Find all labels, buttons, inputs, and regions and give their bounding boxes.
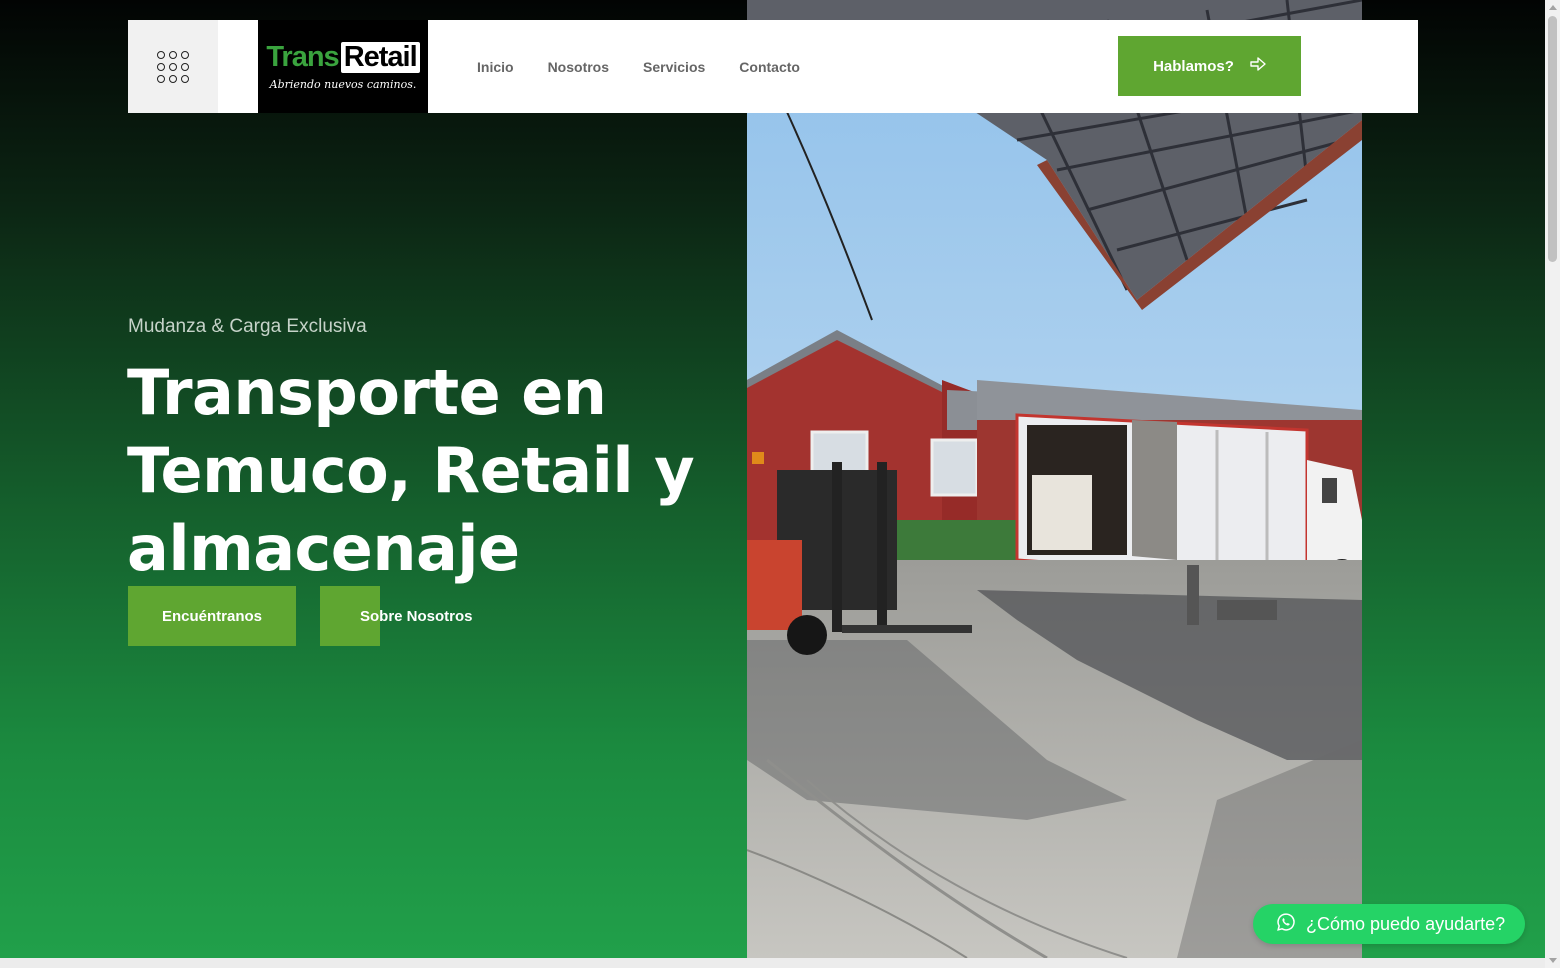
menu-button[interactable] [128, 20, 218, 113]
nav-link-inicio[interactable]: Inicio [477, 59, 514, 75]
whatsapp-icon [1276, 912, 1296, 937]
logo-tagline: Abriendo nuevos caminos. [269, 78, 417, 91]
site-logo[interactable]: Trans Retail Abriendo nuevos caminos. [258, 20, 428, 113]
find-us-button[interactable]: Encuéntranos [128, 586, 296, 646]
nav-link-servicios[interactable]: Servicios [643, 59, 705, 75]
nav-link-nosotros[interactable]: Nosotros [548, 59, 609, 75]
whatsapp-chat-button[interactable]: ¿Cómo puedo ayudarte? [1253, 904, 1525, 944]
scroll-up-arrow-icon[interactable] [1549, 5, 1557, 10]
page-bottom-strip [0, 958, 1545, 968]
hero-subtitle: Mudanza & Carga Exclusiva [128, 316, 367, 337]
hero-photo [747, 0, 1362, 958]
hero-section: Mudanza & Carga Exclusiva Transporte en … [0, 0, 1545, 958]
nav-link-contacto[interactable]: Contacto [739, 59, 800, 75]
hablamos-button[interactable]: Hablamos? [1118, 36, 1301, 96]
logo-retail-text: Retail [340, 42, 420, 73]
scroll-thumb[interactable] [1548, 16, 1557, 262]
grid-dots-icon [157, 50, 189, 83]
arrow-right-icon [1250, 56, 1266, 76]
hero-headline: Transporte en Temuco, Retail y almacenaj… [127, 356, 695, 585]
main-nav: Inicio Nosotros Servicios Contacto [477, 20, 800, 113]
logo-wordmark: Trans Retail [266, 41, 420, 73]
hablamos-label: Hablamos? [1153, 57, 1234, 75]
whatsapp-label: ¿Cómo puedo ayudarte? [1306, 913, 1506, 934]
site-header: Trans Retail Abriendo nuevos caminos. In… [128, 20, 1418, 113]
page-scrollbar[interactable] [1545, 0, 1560, 968]
about-us-button[interactable]: Sobre Nosotros [320, 586, 512, 646]
logo-trans-text: Trans [266, 41, 339, 73]
scroll-down-arrow-icon[interactable] [1549, 958, 1557, 963]
